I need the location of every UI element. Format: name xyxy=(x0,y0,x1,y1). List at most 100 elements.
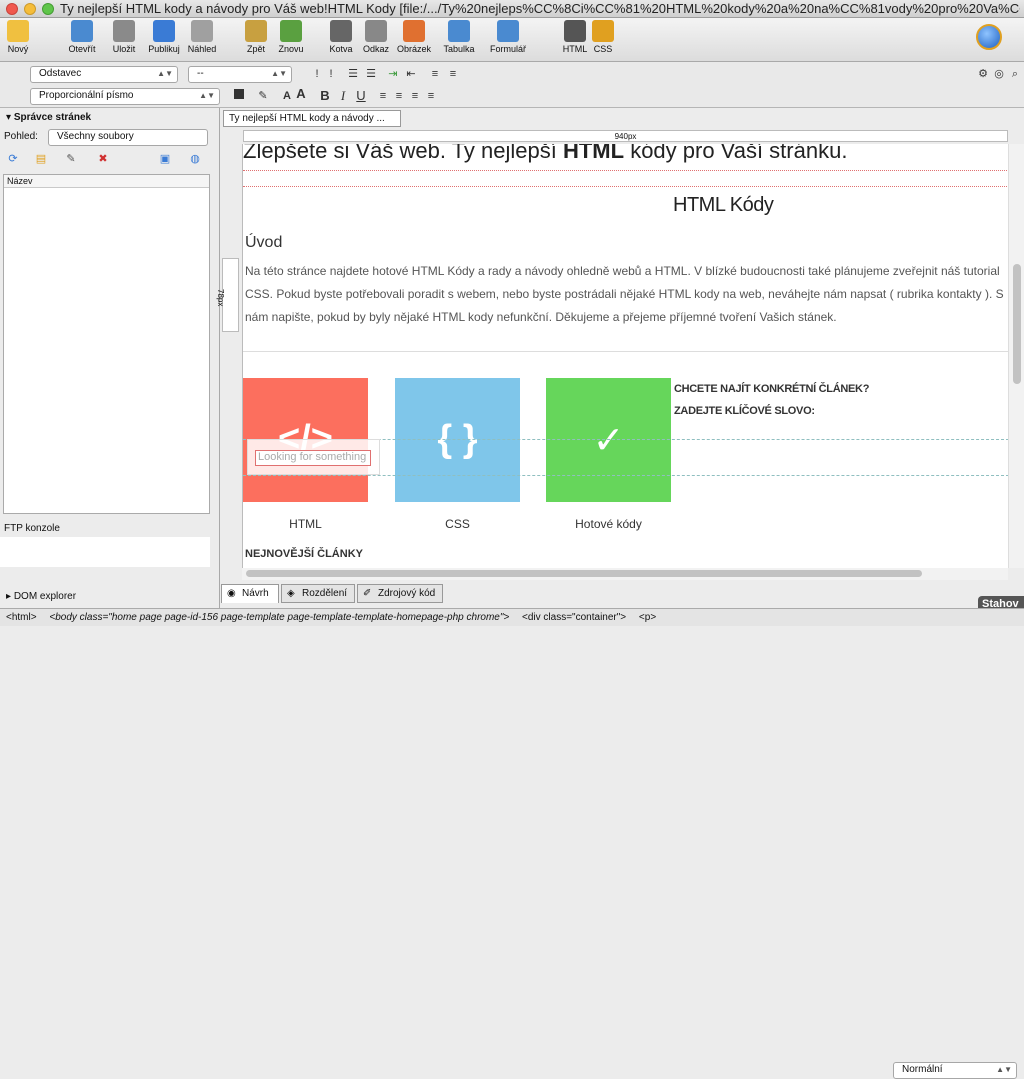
ftp-console-label[interactable]: FTP konzole xyxy=(4,523,60,534)
page-heading[interactable]: Zlepšete si Váš web. Ty nejlepší HTML kó… xyxy=(243,144,847,164)
view-size-select[interactable]: Normální ▲▼ xyxy=(893,1062,1017,1079)
formular-button[interactable]: Formulář xyxy=(484,20,532,54)
search-input[interactable]: Looking for something xyxy=(255,450,371,466)
tab-source[interactable]: ✐ Zdrojový kód xyxy=(357,584,443,603)
form-icon xyxy=(497,20,519,42)
font-select[interactable]: Proporcionální písmo ▲▼ xyxy=(30,88,220,105)
zpet-button[interactable]: Zpět xyxy=(242,20,270,54)
align-toggle-icon[interactable]: ≡ xyxy=(428,67,442,81)
align-justify-icon[interactable]: ≡ xyxy=(424,89,438,103)
horizontal-scrollbar[interactable] xyxy=(242,568,1008,580)
new-folder-icon[interactable]: ▤ xyxy=(34,152,48,166)
indent-icon[interactable]: ⇥ xyxy=(386,67,400,81)
otevrit-button[interactable]: Otevřít xyxy=(62,20,102,54)
ulozit-button[interactable]: Uložit xyxy=(110,20,138,54)
bold-button[interactable]: B xyxy=(318,89,332,103)
table-icon xyxy=(448,20,470,42)
search-instruction[interactable]: ZADEJTE KLÍČOVÉ SLOVO: xyxy=(674,405,815,417)
exclaim-double-icon[interactable]: ! xyxy=(324,67,338,81)
obrazek-button[interactable]: Obrázek xyxy=(394,20,434,54)
chevron-updown-icon: ▲▼ xyxy=(271,69,287,78)
class-select[interactable]: -- ▲▼ xyxy=(188,66,292,83)
disclosure-triangle-icon: ▸ xyxy=(6,591,14,602)
outdent-icon[interactable]: ⇤ xyxy=(404,67,418,81)
toolbar-button-label: Tabulka xyxy=(443,44,475,54)
toolbar-button-label: Náhled xyxy=(187,44,217,54)
align-left-icon[interactable]: ≡ xyxy=(376,89,390,103)
tab-split[interactable]: ◈ Rozdělení xyxy=(281,584,355,603)
align-center-icon[interactable]: ≡ xyxy=(392,89,406,103)
settings-icon[interactable]: ⚙ xyxy=(976,67,990,81)
search-question[interactable]: CHCETE NAJÍT KONKRÉTNÍ ČLÁNEK? xyxy=(674,383,869,395)
font-larger-icon[interactable]: A xyxy=(294,87,308,101)
file-list[interactable]: Název xyxy=(3,174,210,514)
feature-tile-3[interactable]: ✓ xyxy=(546,378,671,502)
html-button[interactable]: HTML xyxy=(560,20,590,54)
tabulka-button[interactable]: Tabulka xyxy=(440,20,478,54)
site-manager-tools: ⟳ ▤ ✎ ✖ ▣ ◍ xyxy=(0,148,219,170)
odkaz-button[interactable]: Odkaz xyxy=(360,20,392,54)
align-right-icon[interactable]: ≡ xyxy=(408,89,422,103)
novy-button[interactable]: Nový xyxy=(4,20,32,54)
globe-icon[interactable]: ◍ xyxy=(188,152,202,166)
design-canvas[interactable]: Zlepšete si Váš web. Ty nejlepší HTML kó… xyxy=(242,144,1008,568)
vertical-scrollbar[interactable] xyxy=(1008,144,1024,568)
chevron-updown-icon: ▲▼ xyxy=(157,69,173,78)
zoom-icon[interactable]: ◎ xyxy=(992,67,1006,81)
feature-tile-caption[interactable]: CSS xyxy=(395,517,520,531)
refresh-icon[interactable]: ⟳ xyxy=(6,152,20,166)
tag-div[interactable]: <div class="container"> xyxy=(522,612,626,623)
tag-p[interactable]: <p> xyxy=(639,612,656,623)
vertical-scroll-thumb[interactable] xyxy=(1013,264,1021,384)
tab-design[interactable]: ◉ Návrh xyxy=(221,584,279,603)
search-icon[interactable]: ⌕ xyxy=(1008,67,1022,81)
window-zoom-button[interactable] xyxy=(42,3,54,15)
text-color-icon[interactable] xyxy=(234,89,244,99)
edit-icon[interactable]: ✎ xyxy=(64,152,78,166)
exclaim-icon[interactable]: ! xyxy=(310,67,324,81)
site-manager-title: Správce stránek xyxy=(13,112,92,123)
column-header-name[interactable]: Název xyxy=(4,175,209,188)
toolbar-button-label: CSS xyxy=(593,44,613,54)
tag-html[interactable]: <html> xyxy=(6,612,37,623)
horizontal-scroll-thumb[interactable] xyxy=(246,570,922,577)
kotva-button[interactable]: Kotva xyxy=(326,20,356,54)
feature-tile-caption[interactable]: Hotové kódy xyxy=(546,517,671,531)
delete-icon[interactable]: ✖ xyxy=(96,152,110,166)
unordered-list-icon[interactable]: ☰ xyxy=(364,67,378,81)
document-tab[interactable]: Ty nejlepší HTML kody a návody ... xyxy=(223,110,401,127)
publikuj-button[interactable]: Publikuj xyxy=(144,20,184,54)
znovu-button[interactable]: Znovu xyxy=(274,20,308,54)
toolbar-button-label: Publikuj xyxy=(148,44,180,54)
window-close-button[interactable] xyxy=(6,3,18,15)
window-icon[interactable]: ▣ xyxy=(158,152,172,166)
site-title[interactable]: HTML Kódy xyxy=(673,194,774,217)
heading-text: Zlepšete si Váš web. Ty nejlepší xyxy=(243,144,563,163)
view-select[interactable]: Všechny soubory xyxy=(48,129,208,146)
css-button[interactable]: CSS xyxy=(592,20,614,54)
font-smaller-icon[interactable]: A xyxy=(280,89,294,103)
intro-paragraph[interactable]: Na této stránce najdete hotové HTML Kódy… xyxy=(245,260,1008,329)
open-folder-icon xyxy=(71,20,93,42)
dom-explorer-toggle[interactable]: ▸ DOM explorer xyxy=(6,591,76,602)
feature-tile-caption[interactable]: HTML xyxy=(243,517,368,531)
view-select-value: Všechny soubory xyxy=(57,131,134,142)
view-label: Pohled: xyxy=(4,131,38,142)
nahled-button[interactable]: Náhled xyxy=(184,20,220,54)
paragraph-style-select[interactable]: Odstavec ▲▼ xyxy=(30,66,178,83)
site-manager-header[interactable]: ▾ Správce stránek xyxy=(0,108,219,128)
align-list-icon[interactable]: ≡ xyxy=(446,67,460,81)
latest-articles-heading[interactable]: NEJNOVĚJŠÍ ČLÁNKY xyxy=(245,548,363,560)
feature-tile-2[interactable]: { } xyxy=(395,378,520,502)
ordered-list-icon[interactable]: ☰ xyxy=(346,67,360,81)
underline-button[interactable]: U xyxy=(354,89,368,103)
window-minimize-button[interactable] xyxy=(24,3,36,15)
italic-button[interactable]: I xyxy=(336,89,350,103)
site-manager-panel: ▾ Správce stránek Pohled: Všechny soubor… xyxy=(0,108,220,608)
class-select-value: -- xyxy=(197,68,204,79)
tag-body[interactable]: <body class="home page page-id-156 page-… xyxy=(49,612,509,623)
publish-globe-icon xyxy=(153,20,175,42)
intro-heading[interactable]: Úvod xyxy=(245,234,282,252)
highlight-pen-icon[interactable]: ✎ xyxy=(256,89,270,103)
update-globe-icon[interactable] xyxy=(976,24,1002,50)
